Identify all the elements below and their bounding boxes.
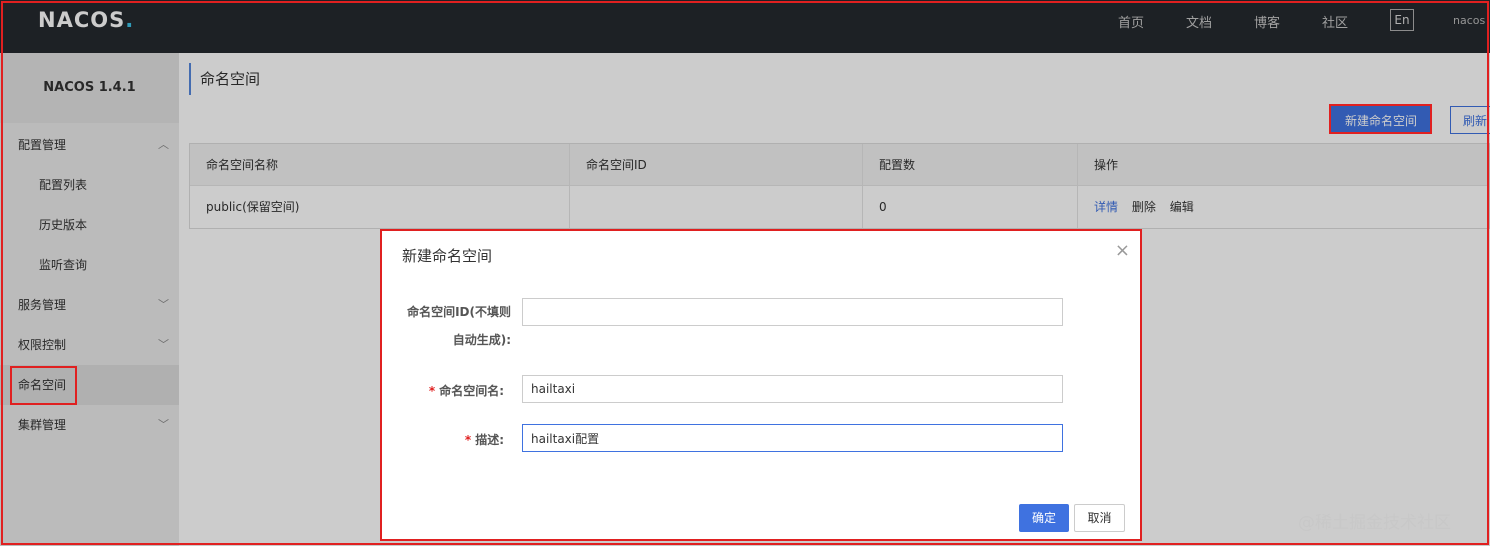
description-label: * 描述: [396, 431, 504, 448]
namespace-name-input[interactable] [522, 375, 1063, 403]
confirm-button[interactable]: 确定 [1019, 504, 1069, 532]
namespace-id-label-line2: 自动生成): [452, 333, 511, 347]
description-input[interactable] [522, 424, 1063, 452]
namespace-name-label: * 命名空间名: [396, 382, 504, 399]
cancel-button[interactable]: 取消 [1074, 504, 1125, 532]
new-namespace-dialog: 新建命名空间 × 命名空间ID(不填则 自动生成): *命名空间名: *描述: … [380, 229, 1142, 541]
description-label-text: 描述: [475, 433, 504, 447]
dialog-title: 新建命名空间 [402, 247, 493, 265]
namespace-id-input[interactable] [522, 298, 1063, 326]
namespace-name-label-text: 命名空间名: [439, 384, 504, 398]
required-mark: * [464, 433, 472, 447]
watermark: @稀土掘金技术社区 [1298, 513, 1451, 533]
required-mark: * [428, 384, 436, 398]
namespace-id-label-line1: 命名空间ID(不填则 [407, 305, 511, 319]
namespace-id-label: 命名空间ID(不填则 自动生成): [396, 305, 511, 347]
close-icon[interactable]: × [1115, 240, 1130, 261]
